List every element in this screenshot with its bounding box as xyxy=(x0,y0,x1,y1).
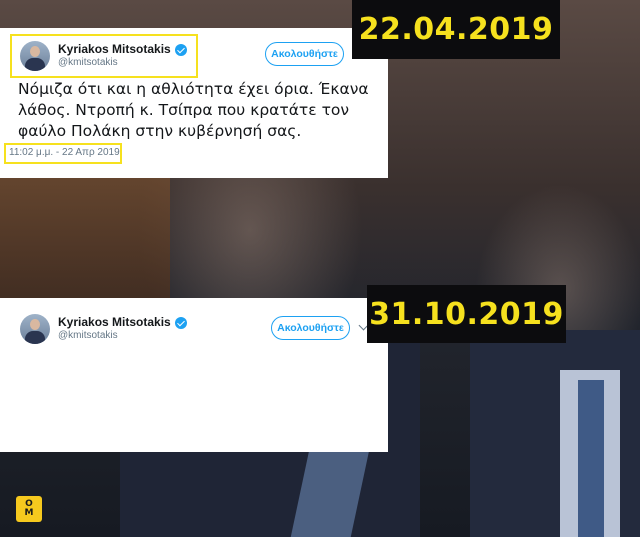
tweet-timestamp[interactable]: 11:02 μ.μ. - 22 Απρ 2019 xyxy=(9,147,120,158)
date-banner-top: 22.04.2019 xyxy=(352,0,560,59)
follow-button[interactable]: Ακολουθήστε xyxy=(271,316,350,340)
author-name[interactable]: Kyriakos Mitsotakis xyxy=(58,43,171,57)
follow-button[interactable]: Ακολουθήστε xyxy=(265,42,344,66)
date-banner-bottom: 31.10.2019 xyxy=(367,285,566,343)
tweet-header: Kyriakos Mitsotakis @kmitsotakis xyxy=(20,41,187,71)
avatar[interactable] xyxy=(20,41,50,71)
author-handle[interactable]: @kmitsotakis xyxy=(58,57,187,69)
tweet-card-april: Kyriakos Mitsotakis @kmitsotakis Ακολουθ… xyxy=(0,28,388,178)
man-right-tie xyxy=(578,380,604,537)
avatar[interactable] xyxy=(20,314,50,344)
author-name[interactable]: Kyriakos Mitsotakis xyxy=(58,316,171,330)
tweet-header: Kyriakos Mitsotakis @kmitsotakis xyxy=(20,314,187,344)
publisher-logo: Ο Μ xyxy=(16,496,42,522)
tweet-card-october: Kyriakos Mitsotakis @kmitsotakis Ακολουθ… xyxy=(0,298,388,452)
author-handle[interactable]: @kmitsotakis xyxy=(58,330,187,342)
verified-badge-icon xyxy=(174,44,187,57)
tweet-text: Νόμιζα ότι και η αθλιότητα έχει όρια. Έκ… xyxy=(18,80,369,140)
verified-badge-icon xyxy=(174,317,187,330)
logo-letter-bottom: Μ xyxy=(24,508,34,518)
